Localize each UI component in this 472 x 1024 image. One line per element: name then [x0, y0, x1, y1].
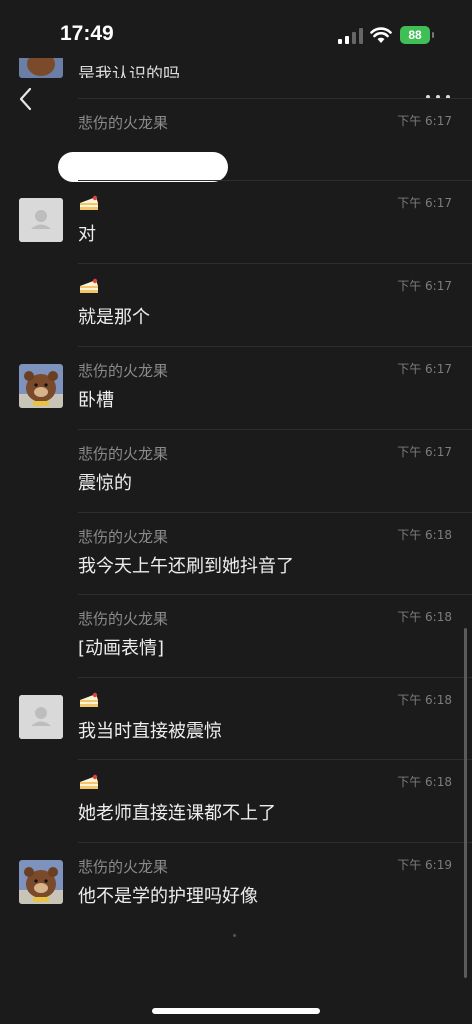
sender-name: 悲伤的火龙果 — [78, 858, 169, 876]
row-divider — [78, 346, 472, 347]
message-text: 我当时直接被震惊 — [78, 721, 222, 742]
battery-indicator: 88 — [400, 26, 434, 44]
message-text: 对 — [78, 224, 96, 245]
wifi-icon — [370, 27, 392, 43]
message-text: [动画表情] — [78, 638, 165, 659]
row-divider — [78, 594, 472, 595]
message-time: 下午 6:18 — [397, 775, 452, 789]
message-text: 卧槽 — [78, 390, 114, 411]
row-divider — [78, 842, 472, 843]
row-divider — [78, 180, 472, 181]
message-row[interactable]: 下午 6:18 我当时直接被震惊 — [0, 677, 472, 759]
row-divider — [78, 759, 472, 760]
sender-name: 悲伤的火龙果 — [78, 610, 169, 628]
sender-name: 悲伤的火龙果 — [78, 114, 169, 132]
message-time: 下午 6:17 — [397, 279, 452, 293]
divider-dot — [233, 934, 236, 937]
status-bar: 17:49 88 — [0, 0, 472, 70]
redacted-message-bubble — [58, 152, 228, 182]
avatar[interactable] — [19, 58, 63, 78]
message-text: 他不是学的护理吗好像 — [78, 886, 258, 907]
cake-emoji-icon — [80, 692, 98, 707]
status-time: 17:49 — [60, 22, 114, 45]
message-row[interactable]: 下午 6:17 对 — [0, 180, 472, 262]
row-divider — [78, 512, 472, 513]
avatar[interactable] — [19, 198, 63, 242]
row-divider — [78, 263, 472, 264]
message-row[interactable]: 悲伤的火龙果 下午 6:17 卧槽 — [0, 346, 472, 428]
scrollbar[interactable] — [464, 628, 467, 978]
message-row[interactable]: 悲伤的火龙果 下午 6:17 — [0, 98, 472, 182]
row-divider — [78, 677, 472, 678]
message-text: 她老师直接连课都不上了 — [78, 803, 276, 824]
message-row[interactable]: 悲伤的火龙果 下午 6:17 震惊的 — [0, 429, 472, 511]
message-row[interactable]: 悲伤的火龙果 下午 6:18 我今天上午还刷到她抖音了 — [0, 512, 472, 594]
sender-name: 悲伤的火龙果 — [78, 528, 169, 546]
message-time: 下午 6:17 — [397, 114, 452, 128]
message-time: 下午 6:18 — [397, 693, 452, 707]
message-time: 下午 6:17 — [397, 362, 452, 376]
row-divider — [78, 98, 472, 99]
message-text: 就是那个 — [78, 307, 150, 328]
message-time: 下午 6:18 — [397, 610, 452, 624]
message-text: 我今天上午还刷到她抖音了 — [78, 556, 294, 577]
partial-message-text: 是我认识的吗 — [78, 65, 180, 78]
battery-level: 88 — [408, 28, 422, 42]
message-row[interactable]: 下午 6:17 就是那个 — [0, 263, 472, 345]
home-indicator[interactable] — [152, 1008, 320, 1014]
cake-emoji-icon — [80, 774, 98, 789]
avatar[interactable] — [19, 695, 63, 739]
avatar[interactable] — [19, 860, 63, 904]
message-time: 下午 6:17 — [397, 445, 452, 459]
cake-emoji-icon — [80, 278, 98, 293]
avatar[interactable] — [19, 364, 63, 408]
message-text: 震惊的 — [78, 473, 132, 494]
message-time: 下午 6:19 — [397, 858, 452, 872]
message-row[interactable]: 悲伤的火龙果 下午 6:19 他不是学的护理吗好像 — [0, 842, 472, 924]
message-time: 下午 6:18 — [397, 528, 452, 542]
message-row[interactable]: 下午 6:18 她老师直接连课都不上了 — [0, 759, 472, 841]
sender-name: 悲伤的火龙果 — [78, 362, 169, 380]
message-row[interactable]: 悲伤的火龙果 下午 6:18 [动画表情] — [0, 594, 472, 676]
cellular-signal-icon — [338, 28, 364, 44]
cake-emoji-icon — [80, 195, 98, 210]
message-time: 下午 6:17 — [397, 196, 452, 210]
row-divider — [78, 429, 472, 430]
sender-name: 悲伤的火龙果 — [78, 445, 169, 463]
